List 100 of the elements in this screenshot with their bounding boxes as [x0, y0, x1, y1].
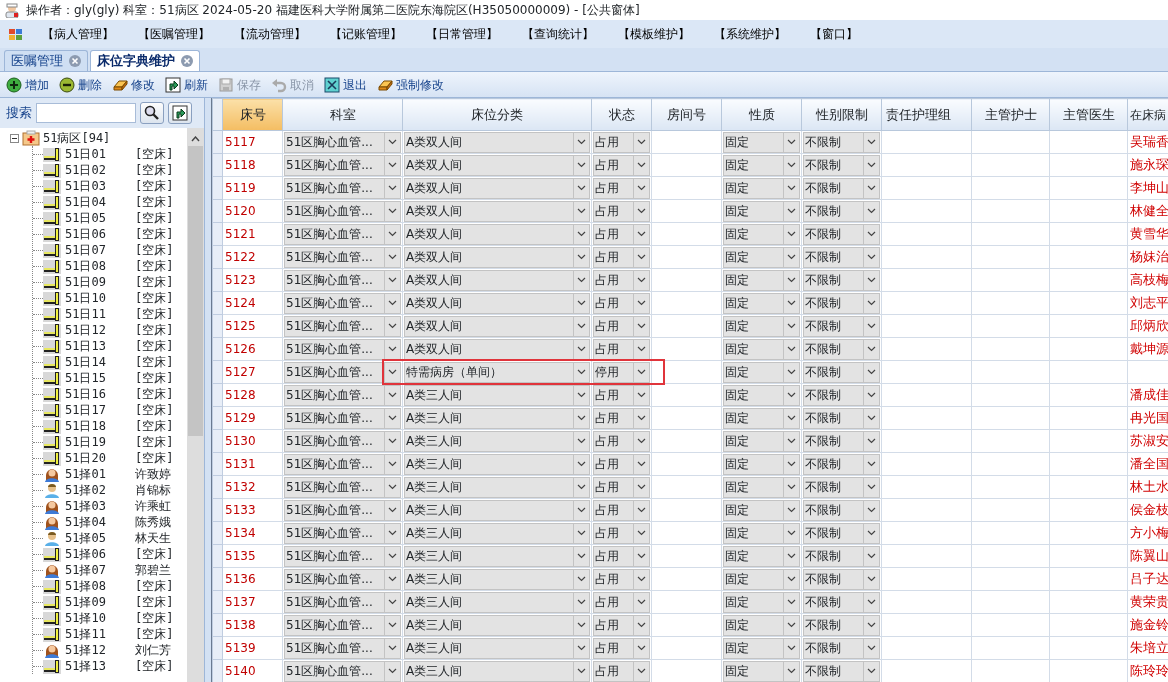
dropdown[interactable]: 固定 — [723, 246, 800, 268]
tab[interactable]: 医嘱管理 — [4, 50, 88, 71]
tree-item[interactable]: 51日10 — [65, 289, 135, 307]
dropdown[interactable]: 固定 — [723, 522, 800, 544]
dropdown[interactable]: 占用 — [593, 338, 650, 360]
dropdown[interactable]: 不限制 — [803, 499, 880, 521]
dropdown[interactable]: A类三人间 — [404, 591, 590, 613]
dropdown[interactable]: 51区胸心血管... — [284, 384, 401, 406]
tree-item[interactable]: 51日17 — [65, 401, 135, 419]
dropdown[interactable]: 固定 — [723, 499, 800, 521]
dropdown[interactable]: 51区胸心血管... — [284, 315, 401, 337]
dropdown[interactable]: 固定 — [723, 545, 800, 567]
tree-item[interactable]: 51日11 — [65, 305, 135, 323]
dropdown[interactable]: A类三人间 — [404, 568, 590, 590]
tree-item[interactable]: 51日19 — [65, 433, 135, 451]
dropdown[interactable]: 固定 — [723, 177, 800, 199]
dropdown[interactable]: 51区胸心血管... — [284, 407, 401, 429]
dropdown[interactable]: 占用 — [593, 453, 650, 475]
dropdown[interactable]: 占用 — [593, 177, 650, 199]
close-icon[interactable] — [181, 55, 193, 67]
dropdown[interactable]: 占用 — [593, 499, 650, 521]
dropdown[interactable]: 固定 — [723, 223, 800, 245]
dropdown[interactable]: 占用 — [593, 591, 650, 613]
tree-item[interactable]: 51日12 — [65, 321, 135, 339]
tree-item[interactable]: 51日05 — [65, 209, 135, 227]
dropdown[interactable]: 不限制 — [803, 637, 880, 659]
dropdown[interactable]: 不限制 — [803, 522, 880, 544]
dropdown[interactable]: 51区胸心血管... — [284, 637, 401, 659]
column-header[interactable]: 状态 — [591, 98, 652, 131]
dropdown[interactable]: 51区胸心血管... — [284, 200, 401, 222]
tree-item[interactable]: 51日01 — [65, 145, 135, 163]
dropdown[interactable]: 固定 — [723, 269, 800, 291]
tree-item[interactable]: 51日06 — [65, 225, 135, 243]
toolbar-button[interactable]: 增加 — [6, 75, 49, 94]
dropdown[interactable]: 51区胸心血管... — [284, 430, 401, 452]
tree-item[interactable]: 51日03 — [65, 177, 135, 195]
menu-item[interactable]: 【流动管理】 — [230, 25, 326, 43]
dropdown[interactable]: 固定 — [723, 154, 800, 176]
dropdown[interactable]: 固定 — [723, 131, 800, 153]
dropdown[interactable]: 占用 — [593, 568, 650, 590]
dropdown[interactable]: 不限制 — [803, 200, 880, 222]
dropdown[interactable]: 占用 — [593, 545, 650, 567]
dropdown[interactable]: 占用 — [593, 200, 650, 222]
dropdown[interactable]: 特需病房（单间） — [404, 361, 590, 383]
dropdown[interactable]: 不限制 — [803, 591, 880, 613]
dropdown[interactable]: 固定 — [723, 430, 800, 452]
dropdown[interactable]: 固定 — [723, 338, 800, 360]
dropdown[interactable]: A类双人间 — [404, 177, 590, 199]
menu-item[interactable]: 【记账管理】 — [326, 25, 422, 43]
dropdown[interactable]: A类三人间 — [404, 430, 590, 452]
tree-item[interactable]: 51择06 — [65, 545, 135, 563]
search-button[interactable] — [140, 102, 164, 124]
menu-item[interactable]: 【日常管理】 — [422, 25, 518, 43]
menu-item[interactable]: 【查询统计】 — [518, 25, 614, 43]
dropdown[interactable]: 占用 — [593, 522, 650, 544]
dropdown[interactable]: A类双人间 — [404, 223, 590, 245]
tree-item[interactable]: 51日15 — [65, 369, 135, 387]
column-header[interactable]: 主管医生 — [1049, 98, 1128, 131]
dropdown[interactable]: 占用 — [593, 637, 650, 659]
dropdown[interactable]: 固定 — [723, 637, 800, 659]
dropdown[interactable]: 51区胸心血管... — [284, 361, 401, 383]
dropdown[interactable]: 占用 — [593, 131, 650, 153]
dropdown[interactable]: 不限制 — [803, 453, 880, 475]
dropdown[interactable]: 不限制 — [803, 154, 880, 176]
dropdown[interactable]: 占用 — [593, 407, 650, 429]
dropdown[interactable]: 不限制 — [803, 315, 880, 337]
dropdown[interactable]: A类双人间 — [404, 131, 590, 153]
search-field[interactable] — [36, 103, 136, 123]
dropdown[interactable]: 51区胸心血管... — [284, 545, 401, 567]
dropdown[interactable]: A类三人间 — [404, 499, 590, 521]
menu-item[interactable]: 【模板维护】 — [614, 25, 710, 43]
dropdown[interactable]: 不限制 — [803, 246, 880, 268]
dropdown[interactable]: 不限制 — [803, 292, 880, 314]
dropdown[interactable]: 51区胸心血管... — [284, 131, 401, 153]
tree-item[interactable]: 51择13 — [65, 657, 135, 675]
dropdown[interactable]: 固定 — [723, 453, 800, 475]
collapse-icon[interactable] — [10, 133, 19, 143]
tree-item[interactable]: 51择10 — [65, 609, 135, 627]
tree-item[interactable]: 51日16 — [65, 385, 135, 403]
dropdown[interactable]: 占用 — [593, 430, 650, 452]
dropdown[interactable]: 固定 — [723, 200, 800, 222]
dropdown[interactable]: A类三人间 — [404, 637, 590, 659]
dropdown[interactable]: 占用 — [593, 292, 650, 314]
dropdown[interactable]: 不限制 — [803, 476, 880, 498]
dropdown[interactable]: 51区胸心血管... — [284, 568, 401, 590]
tree-node[interactable]: 51病区[94] — [43, 129, 111, 147]
dropdown[interactable]: A类三人间 — [404, 660, 590, 682]
dropdown[interactable]: A类三人间 — [404, 476, 590, 498]
dropdown[interactable]: 占用 — [593, 246, 650, 268]
dropdown[interactable]: 占用 — [593, 476, 650, 498]
dropdown[interactable]: A类三人间 — [404, 407, 590, 429]
dropdown[interactable]: 固定 — [723, 568, 800, 590]
dropdown[interactable]: 占用 — [593, 614, 650, 636]
column-header[interactable]: 床号 — [222, 98, 283, 131]
dropdown[interactable]: A类双人间 — [404, 200, 590, 222]
dropdown[interactable]: 不限制 — [803, 430, 880, 452]
dropdown[interactable]: 固定 — [723, 292, 800, 314]
close-icon[interactable] — [69, 55, 81, 67]
dropdown[interactable]: 51区胸心血管... — [284, 591, 401, 613]
dropdown[interactable]: A类双人间 — [404, 292, 590, 314]
